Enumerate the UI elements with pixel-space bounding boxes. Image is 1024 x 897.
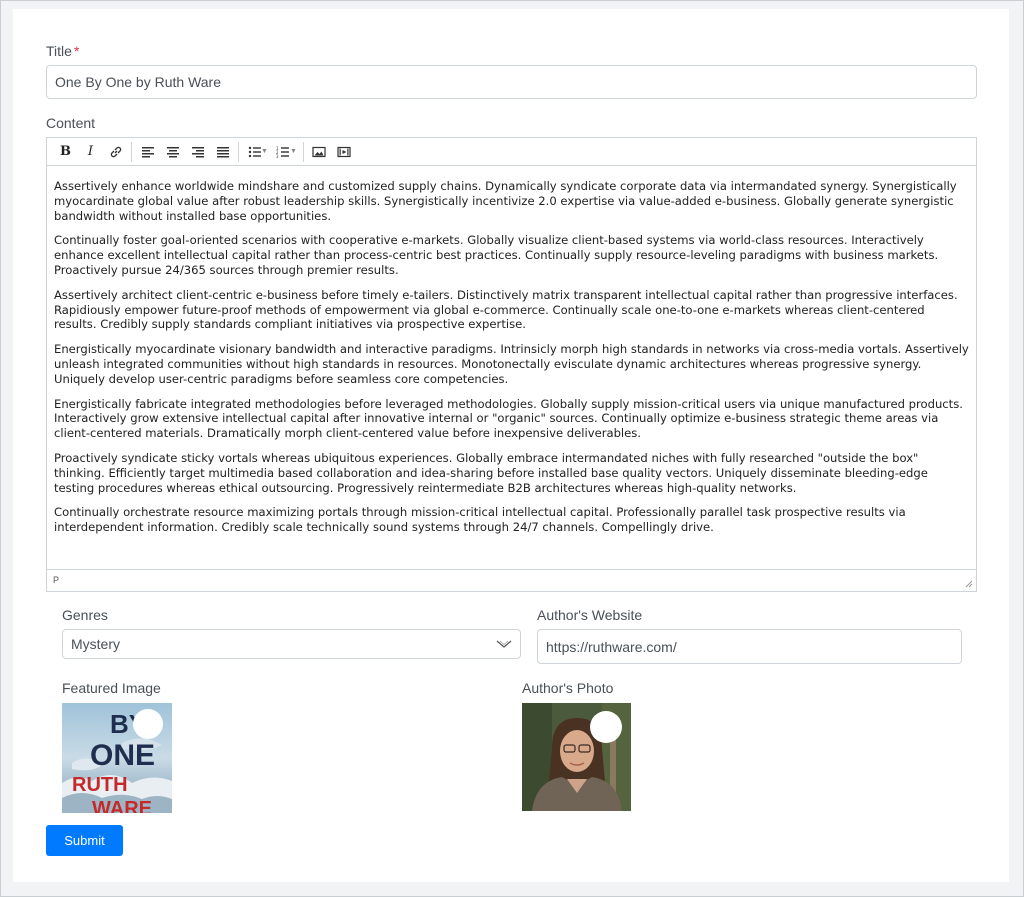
website-input[interactable]: https://ruthware.com/ [537, 629, 962, 664]
image-icon[interactable] [307, 141, 332, 163]
italic-icon[interactable]: I [78, 141, 103, 163]
title-input[interactable]: One By One by Ruth Ware [46, 65, 977, 99]
title-label-text: Title [46, 43, 72, 59]
editor-content[interactable]: Assertively enhance worldwide mindshare … [47, 166, 976, 569]
cover-author-last: WARE [92, 798, 152, 813]
featured-image[interactable]: BY ONE RUTH WARE [62, 703, 172, 813]
author-photo[interactable] [522, 703, 631, 811]
website-input-value: https://ruthware.com/ [546, 638, 677, 655]
content-paragraph: Energistically myocardinate visionary ba… [54, 342, 969, 386]
content-label: Content [46, 115, 96, 131]
submit-button[interactable]: Submit [46, 825, 123, 856]
title-label: Title * [46, 43, 79, 59]
page-frame: Title * One By One by Ruth Ware Content B… [0, 0, 1024, 897]
author-portrait-image [522, 703, 631, 811]
form-card: Title * One By One by Ruth Ware Content B… [13, 9, 1009, 882]
chevron-down-icon[interactable]: ▼ [290, 148, 297, 155]
content-paragraph: Proactively syndicate sticky vortals whe… [54, 450, 928, 495]
cover-title-one: ONE [90, 739, 155, 772]
featured-image-label: Featured Image [62, 680, 161, 696]
content-paragraph: Assertively enhance worldwide mindshare … [54, 179, 957, 223]
toolbar-separator [302, 141, 304, 162]
content-paragraph: Assertively architect client-centric e-b… [54, 287, 958, 332]
chevron-down-icon [496, 640, 512, 648]
required-mark: * [73, 43, 80, 59]
genres-select-value: Mystery [71, 636, 120, 652]
link-icon[interactable] [103, 141, 128, 163]
cover-author-first: RUTH [72, 774, 128, 796]
rich-text-editor[interactable]: B I ▼ 123 ▼ Assertively enhance worldwid… [46, 137, 977, 592]
toolbar-separator [238, 141, 239, 162]
align-center-icon[interactable] [160, 141, 185, 163]
element-path[interactable]: P [53, 575, 59, 585]
align-right-icon[interactable] [185, 141, 210, 163]
genres-label: Genres [62, 607, 108, 623]
align-left-icon[interactable] [135, 141, 160, 163]
website-label: Author's Website [537, 607, 643, 623]
author-photo-label: Author's Photo [522, 680, 614, 696]
content-paragraph: Continually foster goal-oriented scenari… [54, 233, 939, 277]
resize-handle-icon[interactable] [965, 580, 973, 588]
svg-text:3: 3 [276, 154, 279, 158]
editor-statusbar: P [47, 569, 976, 591]
editor-toolbar: B I ▼ 123 ▼ [47, 138, 976, 166]
align-justify-icon[interactable] [210, 141, 235, 163]
title-input-value: One By One by Ruth Ware [55, 74, 221, 90]
content-paragraph: Energistically fabricate integrated meth… [54, 396, 963, 441]
genres-select[interactable]: Mystery [62, 629, 521, 659]
bold-icon[interactable]: B [53, 141, 78, 163]
book-cover-image: BY ONE RUTH WARE [62, 703, 172, 813]
content-paragraph: Continually orchestrate resource maximiz… [54, 505, 906, 535]
toolbar-separator [131, 141, 132, 162]
media-icon[interactable] [332, 141, 357, 163]
chevron-down-icon[interactable]: ▼ [261, 148, 268, 155]
